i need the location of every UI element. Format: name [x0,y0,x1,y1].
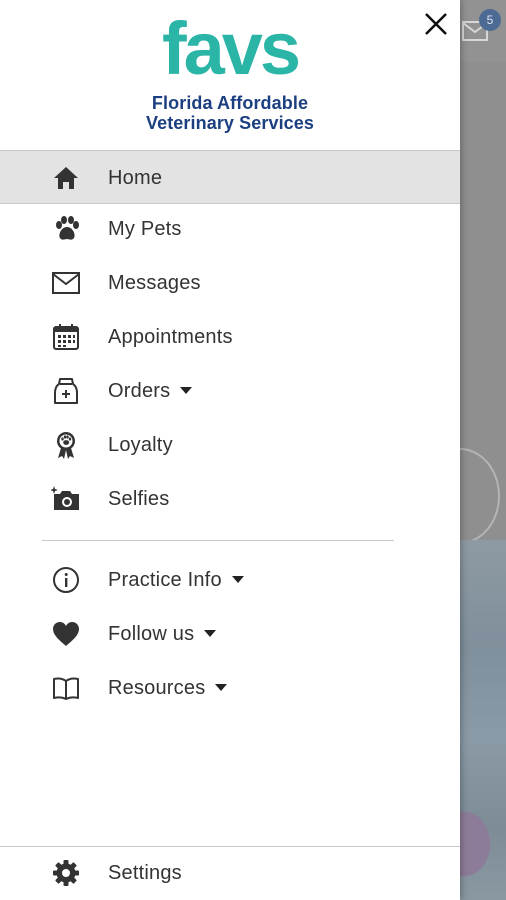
menu-item-messages[interactable]: Messages [0,256,460,310]
menu-item-orders[interactable]: Orders [0,364,460,418]
menu-divider [42,540,394,541]
menu-item-label: Follow us [108,607,217,661]
chevron-down-icon [231,576,244,584]
book-icon [53,677,79,700]
chevron-down-icon [215,684,228,692]
info-icon [53,567,79,593]
menu-item-settings[interactable]: Settings [0,846,460,900]
calendar-icon [53,324,79,350]
menu-item-label: Orders [108,364,193,418]
chevron-down-icon [180,387,193,395]
menu-item-label: Messages [108,272,201,294]
brand-logo: favs Florida Affordable Veterinary Servi… [0,12,460,140]
menu-item-appointments[interactable]: Appointments [0,310,460,364]
menu-item-label: Selfies [108,488,170,510]
menu-item-follow-us[interactable]: Follow us [0,607,460,661]
menu-item-my-pets[interactable]: My Pets [0,202,460,256]
logo-line-2: Veterinary Services [145,113,315,133]
camera-icon [51,486,79,510]
envelope-icon [52,272,80,294]
pet-food-bag-icon [54,378,78,404]
paw-ribbon-icon [57,432,75,459]
menu-item-label: Practice Info [108,553,244,607]
paw-icon [56,216,79,240]
menu-item-label: Loyalty [108,434,173,456]
chevron-down-icon [204,630,217,638]
menu-item-loyalty[interactable]: Loyalty [0,418,460,472]
menu-item-label: Resources [108,661,228,715]
menu-item-label: Appointments [108,326,233,348]
menu-item-home[interactable]: Home [0,150,460,204]
navigation-drawer: favs Florida Affordable Veterinary Servi… [0,0,460,900]
menu-item-selfies[interactable]: Selfies [0,472,460,526]
favs-logo-mark: favs [162,12,302,88]
logo-mark-text: favs [162,12,299,88]
gear-icon [53,860,79,886]
mail-badge: 5 [479,9,501,31]
logo-line-1: Florida Affordable [151,93,309,113]
heart-icon [53,622,79,646]
home-icon [54,167,78,189]
menu-item-label: My Pets [108,218,182,240]
menu-item-label: Settings [108,862,182,884]
menu-item-practice-info[interactable]: Practice Info [0,553,460,607]
menu-item-label: Home [108,167,163,189]
menu-item-resources[interactable]: Resources [0,661,460,715]
